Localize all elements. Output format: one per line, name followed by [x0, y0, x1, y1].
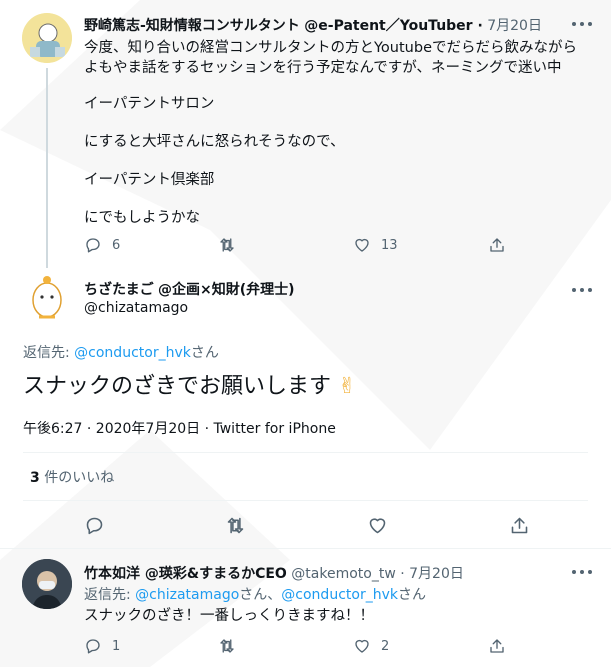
like-count: 2	[381, 638, 390, 654]
heart-icon	[355, 238, 369, 252]
divider	[23, 500, 588, 501]
reply-suffix: さん	[397, 587, 426, 603]
avatar[interactable]	[22, 559, 72, 609]
reply-mention-link[interactable]: @conductor_hvk	[74, 345, 191, 361]
tweet-text-line: よもやま話をするセッションを行う予定なんですが、ネーミングで迷い中	[84, 60, 562, 76]
tweet-body-text: スナックのざきでお願いします	[23, 374, 332, 399]
username[interactable]: @e-Patent／YouTuber ·	[304, 18, 483, 34]
reply-context: 返信先: @chizatamagoさん、@conductor_hvkさん	[84, 584, 426, 604]
tweet-3[interactable]: 竹本如洋 @瑛彩&すまるかCEO @takemoto_tw · 7月20日 返信…	[0, 549, 611, 667]
heart-icon	[355, 639, 369, 653]
retweet-icon	[220, 238, 234, 252]
reply-button[interactable]: 1	[84, 637, 120, 655]
avatar-photo	[22, 559, 72, 609]
tweet-text-line: イーパテント倶楽部	[84, 172, 215, 188]
display-name[interactable]: 竹本如洋 @瑛彩&すまるかCEO	[84, 566, 287, 582]
tweet-header: 竹本如洋 @瑛彩&すまるかCEO @takemoto_tw · 7月20日	[84, 563, 464, 583]
more-options-icon[interactable]	[572, 284, 592, 296]
tweet-header: ちざたまご @企画×知財(弁理士)	[84, 279, 295, 299]
egg-character-icon	[22, 272, 72, 322]
reply-prefix: 返信先:	[23, 345, 70, 361]
retweet-button[interactable]	[225, 515, 246, 536]
reply-mention-link[interactable]: @conductor_hvk	[281, 587, 398, 603]
thread-line	[46, 68, 48, 268]
divider	[23, 452, 588, 453]
avatar[interactable]	[22, 13, 72, 63]
tweet-text-line: イーパテントサロン	[84, 96, 215, 112]
reply-button[interactable]	[84, 515, 105, 536]
reply-icon	[86, 517, 103, 535]
reply-mid: さん、	[239, 587, 282, 603]
like-count: 13	[381, 237, 398, 253]
tweet-1[interactable]: 野崎篤志-知財情報コンサルタント @e-Patent／YouTuber · 7月…	[0, 0, 611, 268]
tweet-body: スナックのざき！一番しっくりきますね！！	[84, 608, 374, 624]
reply-icon	[86, 238, 100, 253]
reply-prefix: 返信先:	[84, 587, 131, 603]
reply-suffix: さん	[190, 345, 219, 361]
tweet-text-line: にすると大坪さんに怒られそうなので、	[84, 134, 345, 150]
share-icon	[511, 517, 528, 534]
display-name[interactable]: ちざたまご	[84, 282, 154, 298]
share-button[interactable]	[509, 515, 530, 536]
retweet-button[interactable]	[218, 236, 236, 254]
display-name[interactable]: 野崎篤志-知財情報コンサルタント	[84, 18, 300, 34]
reply-count: 6	[112, 237, 121, 253]
reply-count: 1	[112, 638, 121, 654]
more-options-icon[interactable]	[572, 18, 592, 30]
tweet-text-line: にでもしようかな	[84, 210, 200, 226]
retweet-button[interactable]	[218, 637, 236, 655]
timestamp[interactable]: 7月20日	[487, 18, 542, 34]
like-button[interactable]	[367, 515, 388, 536]
heart-icon	[369, 518, 386, 534]
reply-button[interactable]: 6	[84, 236, 120, 254]
tweet-meta: 午後6:27 · 2020年7月20日 · Twitter for iPhone	[23, 421, 336, 437]
more-options-icon[interactable]	[572, 566, 592, 578]
tweet-header: 野崎篤志-知財情報コンサルタント @e-Patent／YouTuber · 7月…	[84, 15, 542, 35]
likes-summary[interactable]: 3 件のいいね	[30, 467, 114, 487]
share-icon	[490, 639, 504, 653]
like-button[interactable]: 2	[353, 637, 389, 655]
tweet-2-focused[interactable]: ちざたまご @企画×知財(弁理士) @chizatamago 返信先: @con…	[0, 262, 611, 544]
share-icon	[490, 238, 504, 252]
retweet-icon	[220, 639, 234, 653]
avatar-illustration	[22, 13, 72, 63]
reply-context: 返信先: @conductor_hvkさん	[23, 342, 219, 362]
tweet-text-line: 今度、知り合いの経営コンサルタントの方とYoutubeでだらだら飲みながら	[84, 40, 577, 56]
reply-icon	[86, 639, 100, 654]
tweet-body: スナックのざきでお願いします ✌	[23, 372, 356, 402]
likes-label: 件のいいね	[44, 470, 115, 486]
likes-count: 3	[30, 470, 40, 486]
username[interactable]: @takemoto_tw ·	[291, 566, 404, 582]
share-button[interactable]	[488, 236, 506, 254]
like-button[interactable]: 13	[353, 236, 398, 254]
share-button[interactable]	[488, 637, 506, 655]
avatar[interactable]	[22, 272, 72, 322]
retweet-icon	[227, 517, 244, 534]
victory-hand-emoji: ✌	[338, 374, 357, 399]
display-name-suffix[interactable]: @企画×知財(弁理士)	[158, 282, 295, 298]
username[interactable]: @chizatamago	[84, 300, 188, 316]
timestamp[interactable]: 7月20日	[409, 566, 464, 582]
reply-mention-link[interactable]: @chizatamago	[135, 587, 239, 603]
